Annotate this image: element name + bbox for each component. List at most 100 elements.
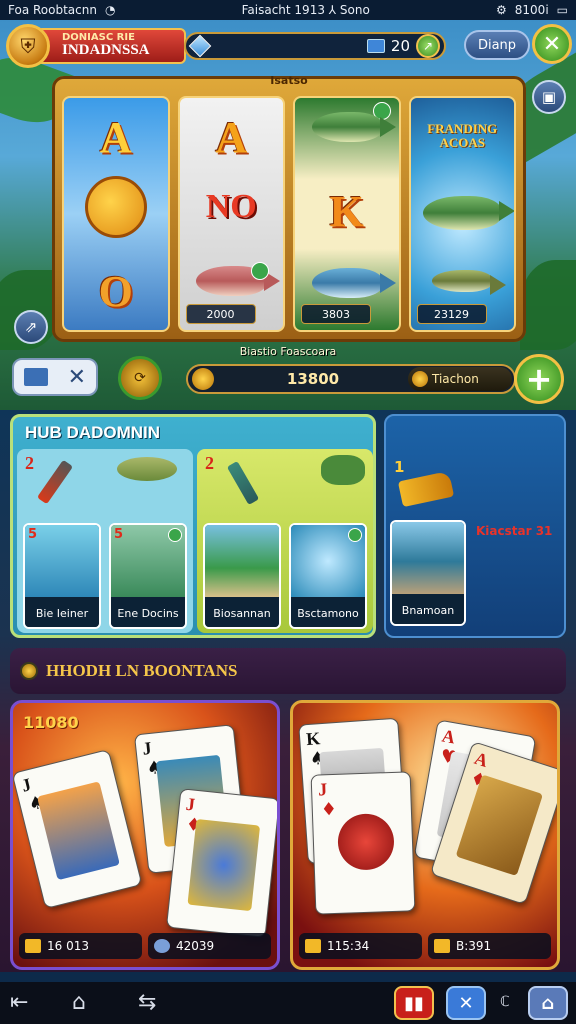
folder-icon[interactable] [23,368,48,386]
tournament-stats: 115:34 B:391 [299,933,551,959]
bet-value: 13800 [286,370,340,388]
back-icon[interactable]: ⇤ [10,990,28,1015]
currency-bar[interactable]: 20 ↗ [184,32,446,60]
app-shortcut-blue[interactable]: ✕ [446,986,486,1020]
tournament-stats: 16 013 42039 [19,933,271,959]
playing-card-chips: J ♦ [165,788,277,938]
tile-caption: Biosannan [205,597,279,627]
golden-boat-icon [397,470,455,508]
playing-card-strawberry: J ♦ [310,771,416,915]
reel-4[interactable]: FRANDING ACOAS 23129 [408,96,516,332]
tile-number: 5 [114,527,124,542]
hub-tile[interactable]: 5 Ene Docins [109,523,187,629]
fishing-rod-icon [36,459,74,505]
home-app-button[interactable]: ⌂ [528,986,568,1020]
tournaments-header[interactable]: HHODH LN BOONTANS [10,648,566,694]
level-number: 1 [394,458,405,476]
reel-symbol-letter: A [215,113,248,162]
battery-text: 8100i [514,3,549,17]
bonus-badge-icon [348,528,362,542]
status-left-text: Foa Roobtacnn [8,3,97,17]
chip-icon [154,939,170,953]
battery-icon: ▭ [556,3,568,17]
perch-fish-icon [311,112,396,142]
ticket-icon [305,939,321,953]
reel-2[interactable]: A NO 2000 [177,96,285,332]
stat-value: 115:34 [327,939,370,953]
blue-chest-icon [366,39,385,53]
reel-value: 23129 [416,304,487,324]
tile-caption: Ene Docins [111,597,185,627]
shield-crest-icon[interactable]: ⛨ [6,24,50,68]
bass-fish-icon [432,270,507,295]
bonus-badge-icon [251,262,269,280]
home-icon[interactable]: ⌂ [72,990,86,1015]
increase-bet-button[interactable]: + [514,354,564,404]
recent-apps-icon[interactable]: ⇆ [138,990,156,1015]
tournament-stat: 16 013 [19,933,142,959]
tile-number: 5 [28,527,38,542]
bet-bar: 13800 Tiachon [186,364,516,394]
close-button[interactable]: ✕ [532,24,572,64]
coin-count: 20 [390,37,410,55]
game-header: ⛨ DONIASC RIE INDADNSSA 20 ↗ Dianp ✕ [6,24,572,68]
tournament-stat: 42039 [148,933,271,959]
side-panel: 1 Kiacstar 31 Bnamoan [384,414,566,638]
status-center-text: Faisacht 1913 ⅄ Sono [241,3,370,17]
slot-label: Isatso [270,74,308,87]
spin-coin-button[interactable]: ⟳ [118,356,162,400]
fishing-tool-icon [226,460,260,506]
hub-tile[interactable]: Bnamoan [390,520,466,626]
side-label: Kiacstar 31 [476,524,553,538]
coin-stack-icon [434,939,450,953]
bush-decoration [520,260,576,350]
hub-column-b: 2 Biosannan Bsctamono [197,449,373,633]
level-number: 2 [205,453,214,473]
reel-value: 2000 [185,304,256,324]
stat-value: B:391 [456,939,492,953]
tournament-card-left[interactable]: 11080 J ♠ J ♠ J ♦ 16 013 42039 [10,700,280,970]
status-bar: Foa Roobtacnn ◔ Faisacht 1913 ⅄ Sono ⚙ 8… [0,0,576,20]
tournament-stat: B:391 [428,933,551,959]
hub-tile[interactable]: 5 Bie Ieiner [23,523,101,629]
hub-tile[interactable]: Bsctamono [289,523,367,629]
wifi-icon: ◔ [104,3,116,17]
reel-3[interactable]: K 3803 [293,96,401,332]
bass-fish-icon [423,196,515,230]
playing-card-jack-spades: J ♠ [13,748,143,910]
system-nav-bar: ⇤ ⌂ ⇆ ▮▮ ✕ ℂ ⌂ [0,982,576,1024]
app-shortcut-red[interactable]: ▮▮ [394,986,434,1020]
hub-title: HUB DADOMNIN [25,423,161,442]
tile-caption: Bie Ieiner [25,597,99,627]
level-number: 2 [25,453,34,473]
add-currency-button[interactable]: ↗ [416,34,440,58]
tile-caption: Bsctamono [291,597,365,627]
hub-tile[interactable]: Biosannan [203,523,281,629]
coin-icon [20,662,38,680]
autoplay-label: Tiachon [432,372,479,386]
reel-symbol-letter: O [98,267,133,316]
fish-icon [117,457,177,481]
tournaments-title: HHODH LN BOONTANS [46,661,238,680]
reel-symbol-letter: NO [205,188,257,225]
blue-gem-icon [188,34,212,58]
stat-value: 16 013 [47,939,89,953]
stats-icon[interactable]: ▣ [532,80,566,114]
bonus-caption: Biastio Foascoara [239,345,337,358]
stat-value: 42039 [176,939,215,953]
hub-column-a: 2 5 Bie Ieiner 5 Ene Docins [17,449,193,633]
hub-panel: HUB DADOMNIN 2 5 Bie Ieiner 5 Ene Docins… [10,414,376,638]
game-title-plate: DONIASC RIE INDADNSSA [36,28,186,64]
autoplay-pill[interactable]: Tiachon [408,367,512,391]
tournament-card-right[interactable]: K ♠ A ♥ A ♦ J ♦ 115:34 B:391 [290,700,560,970]
tournament-score: 11080 [23,713,79,732]
share-icon[interactable]: ⇗ [14,310,48,344]
reel-banner-title: FRANDING ACOAS [427,121,498,150]
tournament-stat: 115:34 [299,933,422,959]
menu-button[interactable]: Dianp [464,30,530,60]
settings-icon[interactable]: ℂ [500,994,510,1010]
reel-1[interactable]: A O [62,96,170,332]
coin-icon [192,368,214,390]
close-icon[interactable]: ✕ [68,365,86,390]
slot-machine: Isatso A O A NO 2000 K 3803 FRANDING ACO… [52,74,526,342]
